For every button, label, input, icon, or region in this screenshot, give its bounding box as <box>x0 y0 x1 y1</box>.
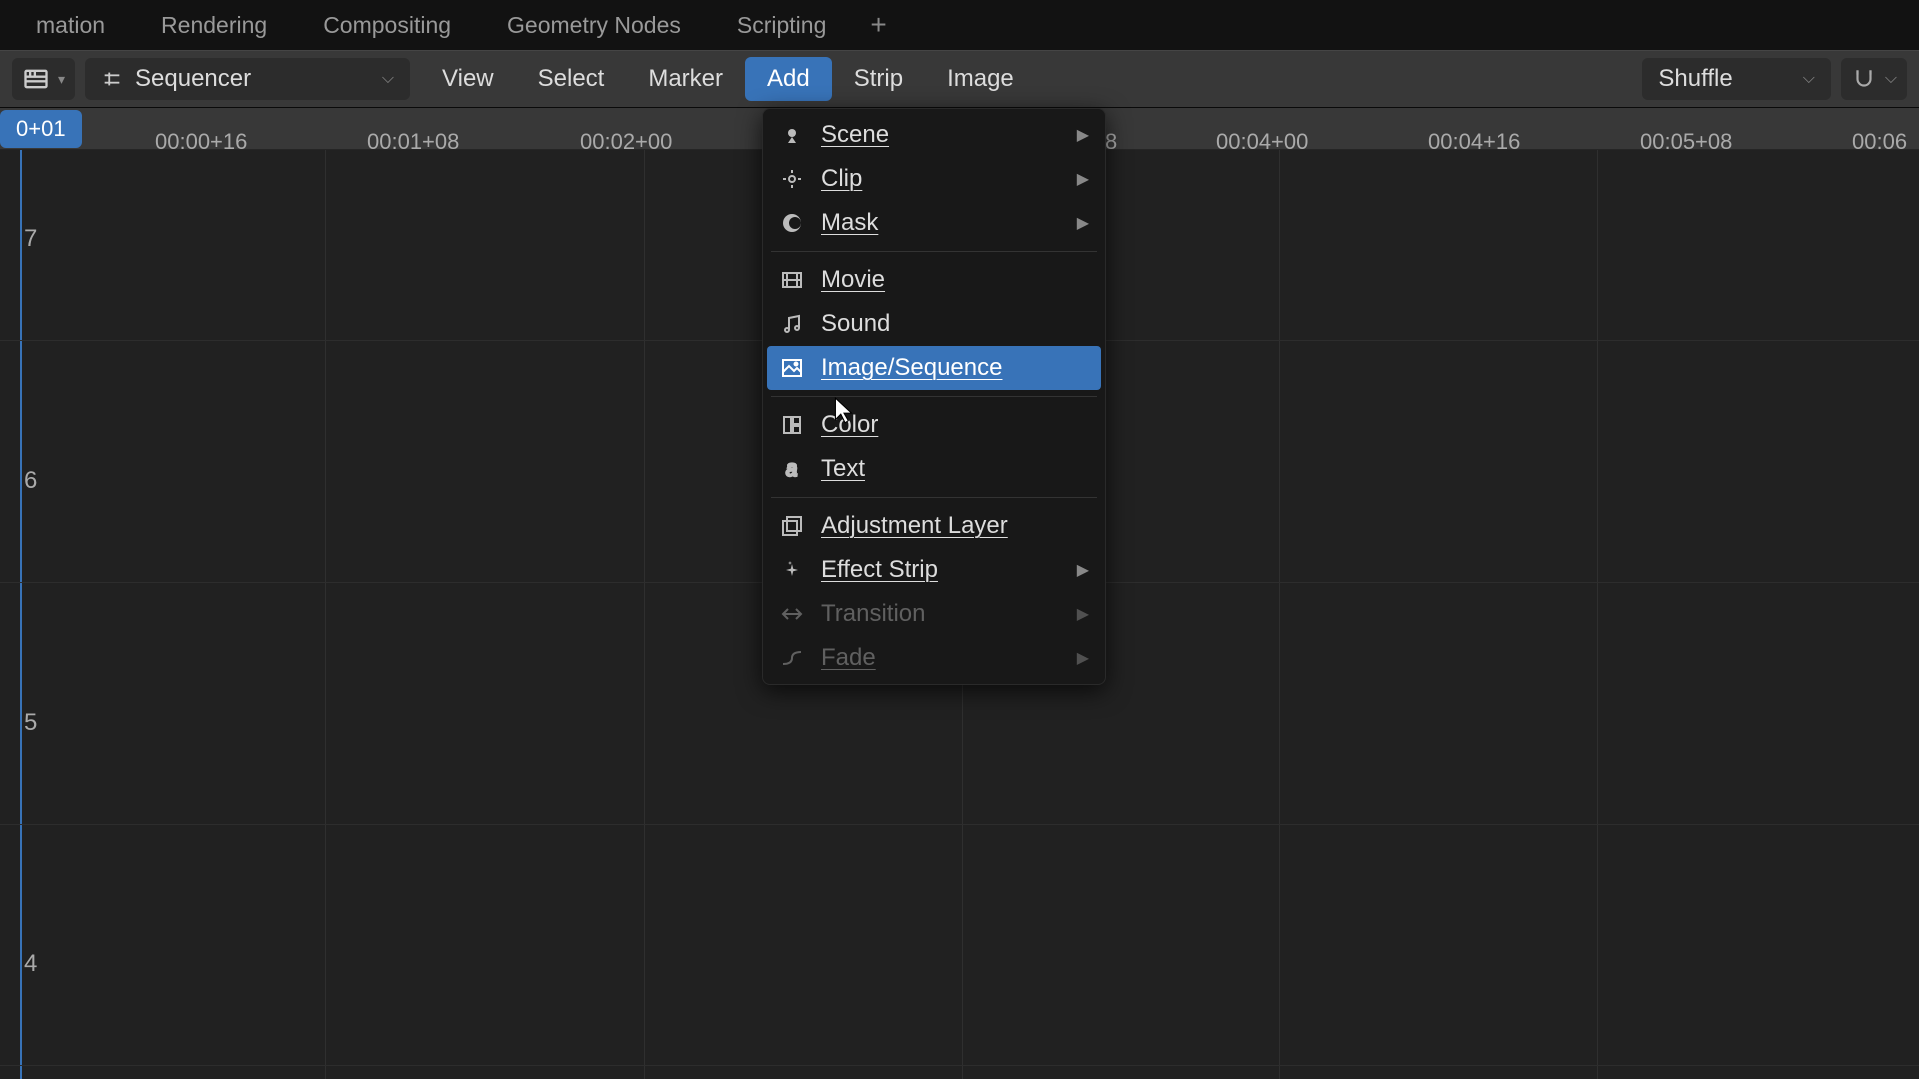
add-menu-scene-label: Scene <box>821 121 1061 149</box>
add-menu-clip[interactable]: Clip ▶ <box>767 157 1101 201</box>
add-menu-adjustment-layer-label: Adjustment Layer <box>821 512 1089 540</box>
effect-icon <box>779 557 805 583</box>
mouse-cursor <box>833 396 855 426</box>
chevron-down-icon: ⌵ <box>382 70 394 88</box>
submenu-arrow-icon: ▶ <box>1077 213 1089 233</box>
playhead-frame-indicator: 0+01 <box>0 110 82 148</box>
add-menu-sound-label: Sound <box>821 310 1089 338</box>
add-menu-image-sequence-label: Image/Sequence <box>821 354 1089 382</box>
add-menu-scene[interactable]: Scene ▶ <box>767 113 1101 157</box>
sequencer-header: ▾ Sequencer ⌵ View Select Marker Add Str… <box>0 50 1919 108</box>
mask-icon <box>779 210 805 236</box>
clip-icon <box>779 166 805 192</box>
timeline-icon <box>101 68 123 90</box>
submenu-arrow-icon: ▶ <box>1077 560 1089 580</box>
scene-icon <box>779 122 805 148</box>
add-menu-transition: Transition ▶ <box>767 592 1101 636</box>
add-menu-mask[interactable]: Mask ▶ <box>767 201 1101 245</box>
add-menu-image-sequence[interactable]: Image/Sequence <box>767 346 1101 390</box>
add-menu-mask-label: Mask <box>821 209 1061 237</box>
sequencer-mode-dropdown[interactable]: Sequencer ⌵ <box>85 58 410 100</box>
menu-separator <box>771 396 1097 397</box>
movie-icon <box>779 267 805 293</box>
menu-view[interactable]: View <box>420 57 516 101</box>
grid-line <box>1279 150 1280 1079</box>
add-menu-text[interactable]: a Text <box>767 447 1101 491</box>
magnet-icon <box>1851 66 1877 92</box>
add-menu-fade-label: Fade <box>821 644 1061 672</box>
add-menu-transition-label: Transition <box>821 600 1061 628</box>
add-menu-movie-label: Movie <box>821 266 1089 294</box>
tab-compositing[interactable]: Compositing <box>295 0 479 51</box>
tab-scripting[interactable]: Scripting <box>709 0 854 51</box>
add-menu-clip-label: Clip <box>821 165 1061 193</box>
color-icon <box>779 412 805 438</box>
channel-number: 7 <box>24 225 37 253</box>
fade-icon <box>779 645 805 671</box>
text-icon: a <box>779 456 805 482</box>
submenu-arrow-icon: ▶ <box>1077 604 1089 624</box>
channel-number: 4 <box>24 950 37 978</box>
grid-line <box>644 150 645 1079</box>
workspace-tabs: mation Rendering Compositing Geometry No… <box>0 0 1919 50</box>
menu-add[interactable]: Add <box>745 57 832 101</box>
tab-geometry-nodes[interactable]: Geometry Nodes <box>479 0 709 51</box>
overlap-mode-dropdown[interactable]: Shuffle ⌵ <box>1642 58 1830 100</box>
image-icon <box>779 355 805 381</box>
add-menu-color[interactable]: Color <box>767 403 1101 447</box>
menu-separator <box>771 497 1097 498</box>
playhead-line[interactable] <box>20 150 22 1079</box>
chevron-down-icon: ▾ <box>58 71 65 88</box>
add-menu-sound[interactable]: Sound <box>767 302 1101 346</box>
menu-marker[interactable]: Marker <box>626 57 745 101</box>
sequencer-menu: View Select Marker Add Strip Image <box>420 57 1036 101</box>
sound-icon <box>779 311 805 337</box>
transition-icon <box>779 601 805 627</box>
add-menu-text-label: Text <box>821 455 1089 483</box>
tab-animation[interactable]: mation <box>8 0 133 51</box>
chevron-down-icon: ⌵ <box>1803 70 1815 88</box>
channel-line <box>0 824 1919 825</box>
add-menu-fade: Fade ▶ <box>767 636 1101 680</box>
svg-text:a: a <box>786 459 797 481</box>
overlap-mode-label: Shuffle <box>1658 65 1732 93</box>
adjustment-layer-icon <box>779 513 805 539</box>
menu-strip[interactable]: Strip <box>832 57 925 101</box>
menu-select[interactable]: Select <box>516 57 627 101</box>
tab-rendering[interactable]: Rendering <box>133 0 295 51</box>
add-menu-adjustment-layer[interactable]: Adjustment Layer <box>767 504 1101 548</box>
submenu-arrow-icon: ▶ <box>1077 648 1089 668</box>
add-menu-effect-strip[interactable]: Effect Strip ▶ <box>767 548 1101 592</box>
grid-line <box>325 150 326 1079</box>
sequencer-mode-label: Sequencer <box>135 65 251 93</box>
add-menu-color-label: Color <box>821 411 1089 439</box>
submenu-arrow-icon: ▶ <box>1077 125 1089 145</box>
snap-button[interactable]: ⌵ <box>1841 58 1907 100</box>
grid-line <box>1597 150 1598 1079</box>
editor-type-selector[interactable]: ▾ <box>12 58 75 100</box>
add-menu-movie[interactable]: Movie <box>767 258 1101 302</box>
channel-number: 6 <box>24 467 37 495</box>
channel-line <box>0 1065 1919 1066</box>
add-menu-dropdown: Scene ▶ Clip ▶ Mask ▶ Movie Sound Image/… <box>762 108 1106 685</box>
menu-image[interactable]: Image <box>925 57 1036 101</box>
submenu-arrow-icon: ▶ <box>1077 169 1089 189</box>
channel-number: 5 <box>24 709 37 737</box>
chevron-down-icon: ⌵ <box>1885 70 1897 88</box>
menu-separator <box>771 251 1097 252</box>
sequencer-editor-icon <box>22 65 50 93</box>
add-workspace-button[interactable]: + <box>854 1 902 49</box>
add-menu-effect-strip-label: Effect Strip <box>821 556 1061 584</box>
